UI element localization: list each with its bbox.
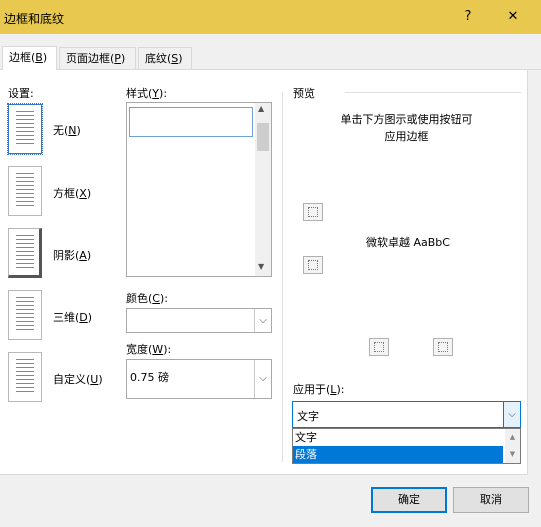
left-border-button[interactable]	[369, 338, 389, 356]
width-label: 宽度(W):	[126, 343, 172, 356]
scroll-up-icon[interactable]: ▲	[258, 104, 264, 113]
setting-none-icon[interactable]	[7, 103, 43, 155]
chevron-down-icon[interactable]: ⌵	[254, 309, 271, 332]
chevron-down-icon[interactable]: ⌵	[503, 402, 520, 427]
dropdown-option-text[interactable]: 文字	[293, 429, 503, 446]
preview-hint-line1: 单击下方图示或使用按钮可	[340, 113, 473, 126]
setting-none-label[interactable]: 无(N)	[53, 122, 81, 138]
dropdown-scrollbar[interactable]: ▲ ▼	[505, 429, 520, 463]
preview-hint-line2: 应用边框	[384, 130, 429, 143]
width-combo[interactable]: 0.75 磅 ⌵	[126, 359, 272, 399]
setting-shadow-label[interactable]: 阴影(A)	[53, 247, 91, 263]
help-button[interactable]: ?	[457, 7, 479, 27]
tab-page-border[interactable]: 页面边框(P)	[59, 47, 136, 69]
preview-heading-line	[345, 92, 521, 93]
apply-to-label: 应用于(L):	[293, 383, 345, 396]
cancel-button[interactable]: 取消	[453, 487, 529, 513]
color-combo[interactable]: ⌵	[126, 308, 272, 333]
preview-sample-text: 微软卓越 AaBbC	[366, 236, 450, 249]
setting-3d-label[interactable]: 三维(D)	[53, 309, 92, 325]
apply-to-combo[interactable]: 文字 ⌵	[292, 401, 521, 428]
setting-box-icon[interactable]	[8, 166, 42, 216]
right-border-button[interactable]	[433, 338, 453, 356]
apply-to-dropdown-list: 文字 段落 ▲ ▼	[292, 428, 521, 464]
setting-box-label[interactable]: 方框(X)	[53, 185, 91, 201]
ok-button[interactable]: 确定	[371, 487, 447, 513]
tab-borders[interactable]: 边框(B)	[2, 46, 57, 70]
scroll-down-icon[interactable]: ▼	[258, 262, 264, 271]
dialog-title: 边框和底纹	[4, 12, 65, 26]
dropdown-option-paragraph[interactable]: 段落	[293, 446, 503, 463]
style-list-item-selected[interactable]	[129, 107, 253, 137]
setting-3d-icon[interactable]	[8, 290, 42, 340]
top-border-button[interactable]	[303, 203, 323, 221]
bottom-border-button[interactable]	[303, 256, 323, 274]
close-button[interactable]: ✕	[502, 7, 524, 27]
setting-custom-icon[interactable]	[8, 352, 42, 402]
style-label: 样式(Y):	[126, 87, 168, 100]
setting-shadow-icon[interactable]	[8, 228, 42, 278]
preview-heading: 预览	[293, 87, 315, 100]
setting-custom-label[interactable]: 自定义(U)	[53, 371, 103, 387]
settings-heading: 设置:	[8, 87, 34, 100]
style-scroll-thumb[interactable]	[257, 123, 269, 151]
chevron-down-icon[interactable]: ⌵	[254, 360, 271, 398]
color-label: 颜色(C):	[126, 292, 168, 305]
tab-shading[interactable]: 底纹(S)	[138, 47, 192, 69]
column-divider	[282, 92, 283, 462]
